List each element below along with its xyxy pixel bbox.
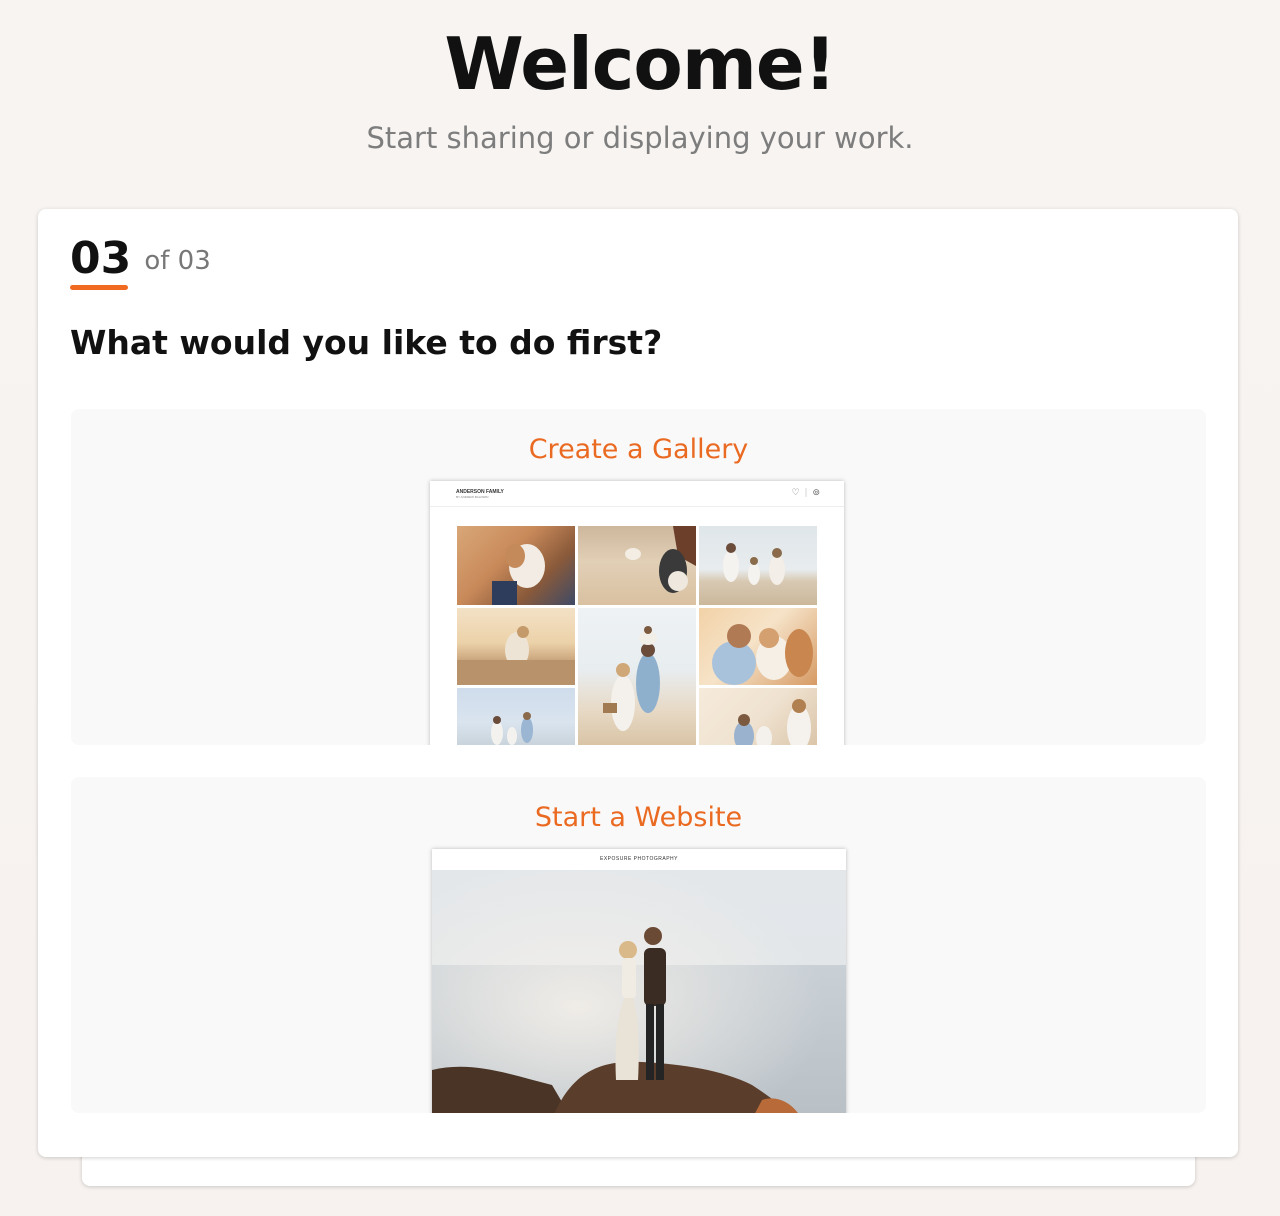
gallery-photo	[699, 526, 817, 605]
create-gallery-label[interactable]: Create a Gallery	[71, 433, 1206, 467]
website-preview-image: EXPOSURE PHOTOGRAPHY	[432, 849, 846, 1113]
website-preview-header: EXPOSURE PHOTOGRAPHY	[432, 849, 846, 870]
gallery-preview-subtitle: BY ANDREW BALDWIN	[456, 495, 489, 499]
heart-icon: ♡	[791, 488, 800, 498]
question-heading: What would you like to do first?	[70, 323, 663, 362]
step-underline	[70, 285, 128, 290]
gallery-photo	[578, 608, 696, 745]
gallery-photo	[457, 608, 575, 685]
website-preview-title: EXPOSURE PHOTOGRAPHY	[600, 856, 678, 862]
step-current: 03	[70, 233, 132, 284]
step-indicator: 03 of 03	[70, 235, 211, 291]
step-total: of 03	[144, 246, 211, 276]
start-website-option[interactable]: Start a Website EXPOSURE PHOTOGRAPHY	[71, 777, 1206, 1113]
account-icon: ⊚	[812, 488, 820, 498]
page-title: Welcome!	[444, 22, 836, 106]
gallery-preview-header: ANDERSON FAMILY BY ANDREW BALDWIN ♡ | ⊚	[430, 481, 844, 507]
gallery-preview-icons: ♡ | ⊚	[791, 488, 820, 498]
onboarding-card: 03 of 03 What would you like to do first…	[38, 209, 1238, 1157]
start-website-label[interactable]: Start a Website	[71, 801, 1206, 835]
create-gallery-option[interactable]: Create a Gallery ANDERSON FAMILY BY ANDR…	[71, 409, 1206, 745]
gallery-preview-image: ANDERSON FAMILY BY ANDREW BALDWIN ♡ | ⊚	[430, 481, 844, 745]
gallery-photo	[699, 688, 817, 745]
website-hero-photo	[432, 870, 846, 1113]
gallery-photo	[457, 688, 575, 745]
gallery-photo	[457, 526, 575, 605]
gallery-photo	[699, 608, 817, 685]
gallery-photo	[578, 526, 696, 605]
page-subtitle: Start sharing or displaying your work.	[366, 121, 914, 155]
